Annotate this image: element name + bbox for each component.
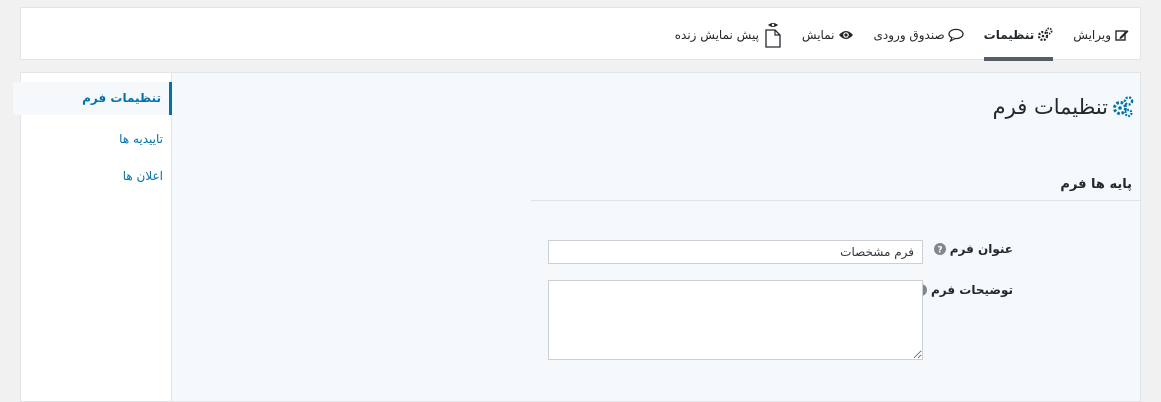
form-description-textarea[interactable] (548, 280, 923, 360)
tab-view-label: نمایش (801, 27, 835, 42)
eye-icon (838, 27, 854, 43)
form-description-label-text: توضیحات فرم (930, 283, 1013, 297)
settings-panel: تنظیمات فرم پایه ها فرم عنوان فرم ? توضی… (172, 72, 1141, 402)
page-title: تنظیمات فرم (993, 95, 1134, 119)
sidebar-item-form-settings[interactable]: تنظیمات فرم (13, 82, 172, 115)
edit-icon (1114, 27, 1130, 43)
tab-edit[interactable]: ویرایش (1063, 8, 1140, 61)
top-tab-bar: ویرایش تنظیمات صندوق ورودی نمایش پیش نما… (20, 7, 1141, 61)
tab-settings-label: تنظیمات (983, 27, 1035, 42)
comment-icon (948, 27, 964, 43)
settings-sidebar: تنظیمات فرم تاییدیه ها اعلان ها (13, 72, 172, 402)
tab-settings[interactable]: تنظیمات (974, 8, 1064, 61)
help-icon[interactable]: ? (933, 243, 946, 255)
tab-live-preview-label: پیش نمایش زنده (674, 27, 759, 42)
form-title-label: عنوان فرم ? (933, 242, 1013, 256)
sidebar-item-notifications[interactable]: اعلان ها (21, 166, 163, 186)
tab-list: ویرایش تنظیمات صندوق ورودی نمایش پیش نما… (665, 8, 1140, 61)
page-title-text: تنظیمات فرم (992, 95, 1108, 119)
gears-icon (1037, 27, 1053, 43)
form-title-label-text: عنوان فرم (949, 242, 1013, 256)
tab-live-preview[interactable]: پیش نمایش زنده (665, 8, 792, 61)
svg-text:?: ? (937, 245, 942, 255)
document-eye-icon (764, 22, 782, 48)
sidebar-item-confirmations[interactable]: تاییدیه ها (21, 129, 163, 149)
tab-view[interactable]: نمایش (792, 8, 864, 61)
section-title: پایه ها فرم (1060, 177, 1132, 192)
tab-inbox[interactable]: صندوق ورودی (864, 8, 974, 61)
section-divider (531, 200, 1140, 201)
form-title-input[interactable] (548, 240, 923, 264)
tab-edit-label: ویرایش (1073, 27, 1111, 42)
form-description-label: توضیحات فرم ? (914, 283, 1013, 297)
gears-icon (1112, 96, 1134, 118)
tab-inbox-label: صندوق ورودی (873, 27, 945, 42)
